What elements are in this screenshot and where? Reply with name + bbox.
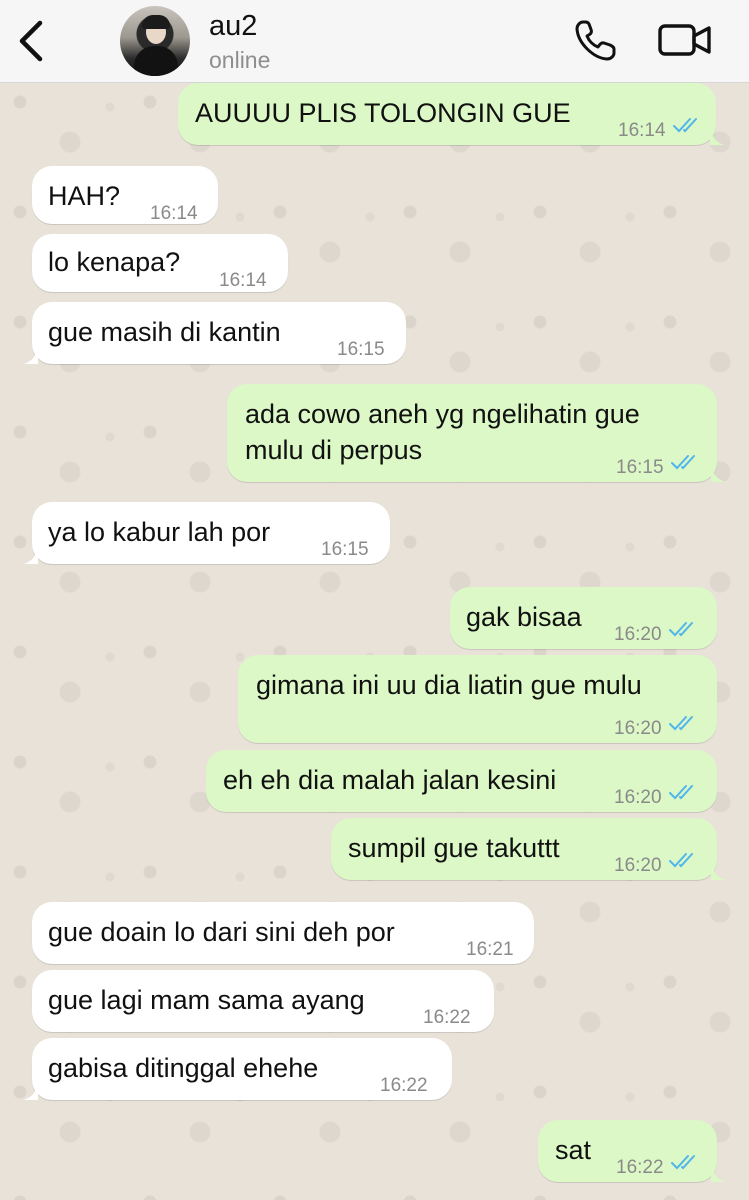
bubble-tail bbox=[711, 864, 725, 880]
message-timestamp: 16:22 bbox=[423, 1007, 471, 1028]
avatar-hair bbox=[142, 15, 170, 29]
outgoing-message-bubble[interactable]: ada cowo aneh yg ngelihatin gue mulu di … bbox=[227, 384, 725, 482]
message-text: gimana ini uu dia liatin gue mulu bbox=[256, 670, 642, 700]
video-call-icon[interactable] bbox=[657, 22, 713, 58]
incoming-message-bubble[interactable]: gabisa ditinggal ehehe 16:22 bbox=[24, 1038, 452, 1100]
message-text: ada cowo aneh yg ngelihatin gue mulu di … bbox=[245, 399, 640, 465]
incoming-message-bubble[interactable]: lo kenapa? 16:14 bbox=[32, 234, 288, 292]
message-text: gabisa ditinggal ehehe bbox=[48, 1053, 319, 1083]
message-timestamp: 16:20 bbox=[614, 718, 662, 739]
message-timestamp: 16:20 bbox=[614, 787, 662, 808]
read-receipt-double-check-icon bbox=[671, 1155, 695, 1170]
message-text: ya lo kabur lah por bbox=[48, 517, 271, 547]
read-receipt-double-check-icon bbox=[671, 455, 695, 470]
outgoing-message-bubble[interactable]: sat 16:22 bbox=[538, 1120, 725, 1182]
read-receipt-double-check-icon bbox=[669, 785, 693, 800]
outgoing-message-bubble[interactable]: gimana ini uu dia liatin gue mulu 16:20 bbox=[238, 655, 717, 743]
avatar[interactable] bbox=[120, 6, 190, 76]
chat-header: au2 online bbox=[0, 0, 749, 83]
phone-call-icon[interactable] bbox=[574, 18, 618, 62]
outgoing-message-bubble[interactable]: gak bisaa 16:20 bbox=[450, 587, 717, 649]
incoming-message-bubble[interactable]: HAH? 16:14 bbox=[32, 166, 218, 224]
outgoing-message-bubble[interactable]: AUUUU PLIS TOLONGIN GUE 16:14 bbox=[178, 83, 724, 145]
message-timestamp: 16:15 bbox=[616, 457, 664, 478]
bubble-tail bbox=[710, 129, 724, 145]
contact-name[interactable]: au2 bbox=[209, 10, 257, 43]
read-receipt-double-check-icon bbox=[673, 118, 697, 133]
incoming-message-bubble[interactable]: gue doain lo dari sini deh por 16:21 bbox=[32, 902, 534, 964]
outgoing-message-bubble[interactable]: sumpil gue takuttt 16:20 bbox=[331, 818, 725, 880]
incoming-message-bubble[interactable]: gue masih di kantin 16:15 bbox=[24, 302, 406, 364]
message-text: sumpil gue takuttt bbox=[348, 833, 560, 863]
bubble-tail bbox=[24, 1084, 38, 1100]
message-text: gue doain lo dari sini deh por bbox=[48, 917, 395, 947]
bubble-tail bbox=[24, 348, 38, 364]
message-text: gue masih di kantin bbox=[48, 317, 281, 347]
message-timestamp: 16:15 bbox=[337, 339, 385, 360]
bubble-tail bbox=[711, 466, 725, 482]
bubble-tail bbox=[24, 548, 38, 564]
bubble-tail bbox=[711, 1166, 725, 1182]
contact-status: online bbox=[209, 47, 271, 73]
message-timestamp: 16:22 bbox=[616, 1157, 664, 1178]
message-text: gak bisaa bbox=[466, 602, 582, 632]
avatar-body bbox=[134, 46, 178, 76]
back-chevron-icon[interactable] bbox=[14, 18, 50, 64]
message-text: AUUUU PLIS TOLONGIN GUE bbox=[195, 98, 571, 128]
message-timestamp: 16:21 bbox=[466, 939, 514, 960]
message-text: lo kenapa? bbox=[48, 247, 181, 277]
outgoing-message-bubble[interactable]: eh eh dia malah jalan kesini 16:20 bbox=[206, 750, 717, 812]
message-timestamp: 16:15 bbox=[321, 539, 369, 560]
incoming-message-bubble[interactable]: gue lagi mam sama ayang 16:22 bbox=[32, 970, 494, 1032]
message-text: sat bbox=[555, 1135, 592, 1165]
message-timestamp: 16:14 bbox=[150, 203, 198, 224]
message-timestamp: 16:22 bbox=[380, 1075, 428, 1096]
read-receipt-double-check-icon bbox=[669, 716, 693, 731]
message-timestamp: 16:14 bbox=[219, 270, 267, 291]
message-list[interactable]: AUUUU PLIS TOLONGIN GUE 16:14 HAH? 16:14 lo … bbox=[0, 82, 749, 1200]
incoming-message-bubble[interactable]: ya lo kabur lah por 16:15 bbox=[24, 502, 390, 564]
message-timestamp: 16:20 bbox=[614, 855, 662, 876]
message-text: gue lagi mam sama ayang bbox=[48, 985, 365, 1015]
message-timestamp: 16:14 bbox=[618, 120, 666, 141]
message-timestamp: 16:20 bbox=[614, 624, 662, 645]
read-receipt-double-check-icon bbox=[669, 622, 693, 637]
read-receipt-double-check-icon bbox=[669, 853, 693, 868]
message-text: eh eh dia malah jalan kesini bbox=[223, 765, 557, 795]
message-text: HAH? bbox=[48, 181, 121, 211]
